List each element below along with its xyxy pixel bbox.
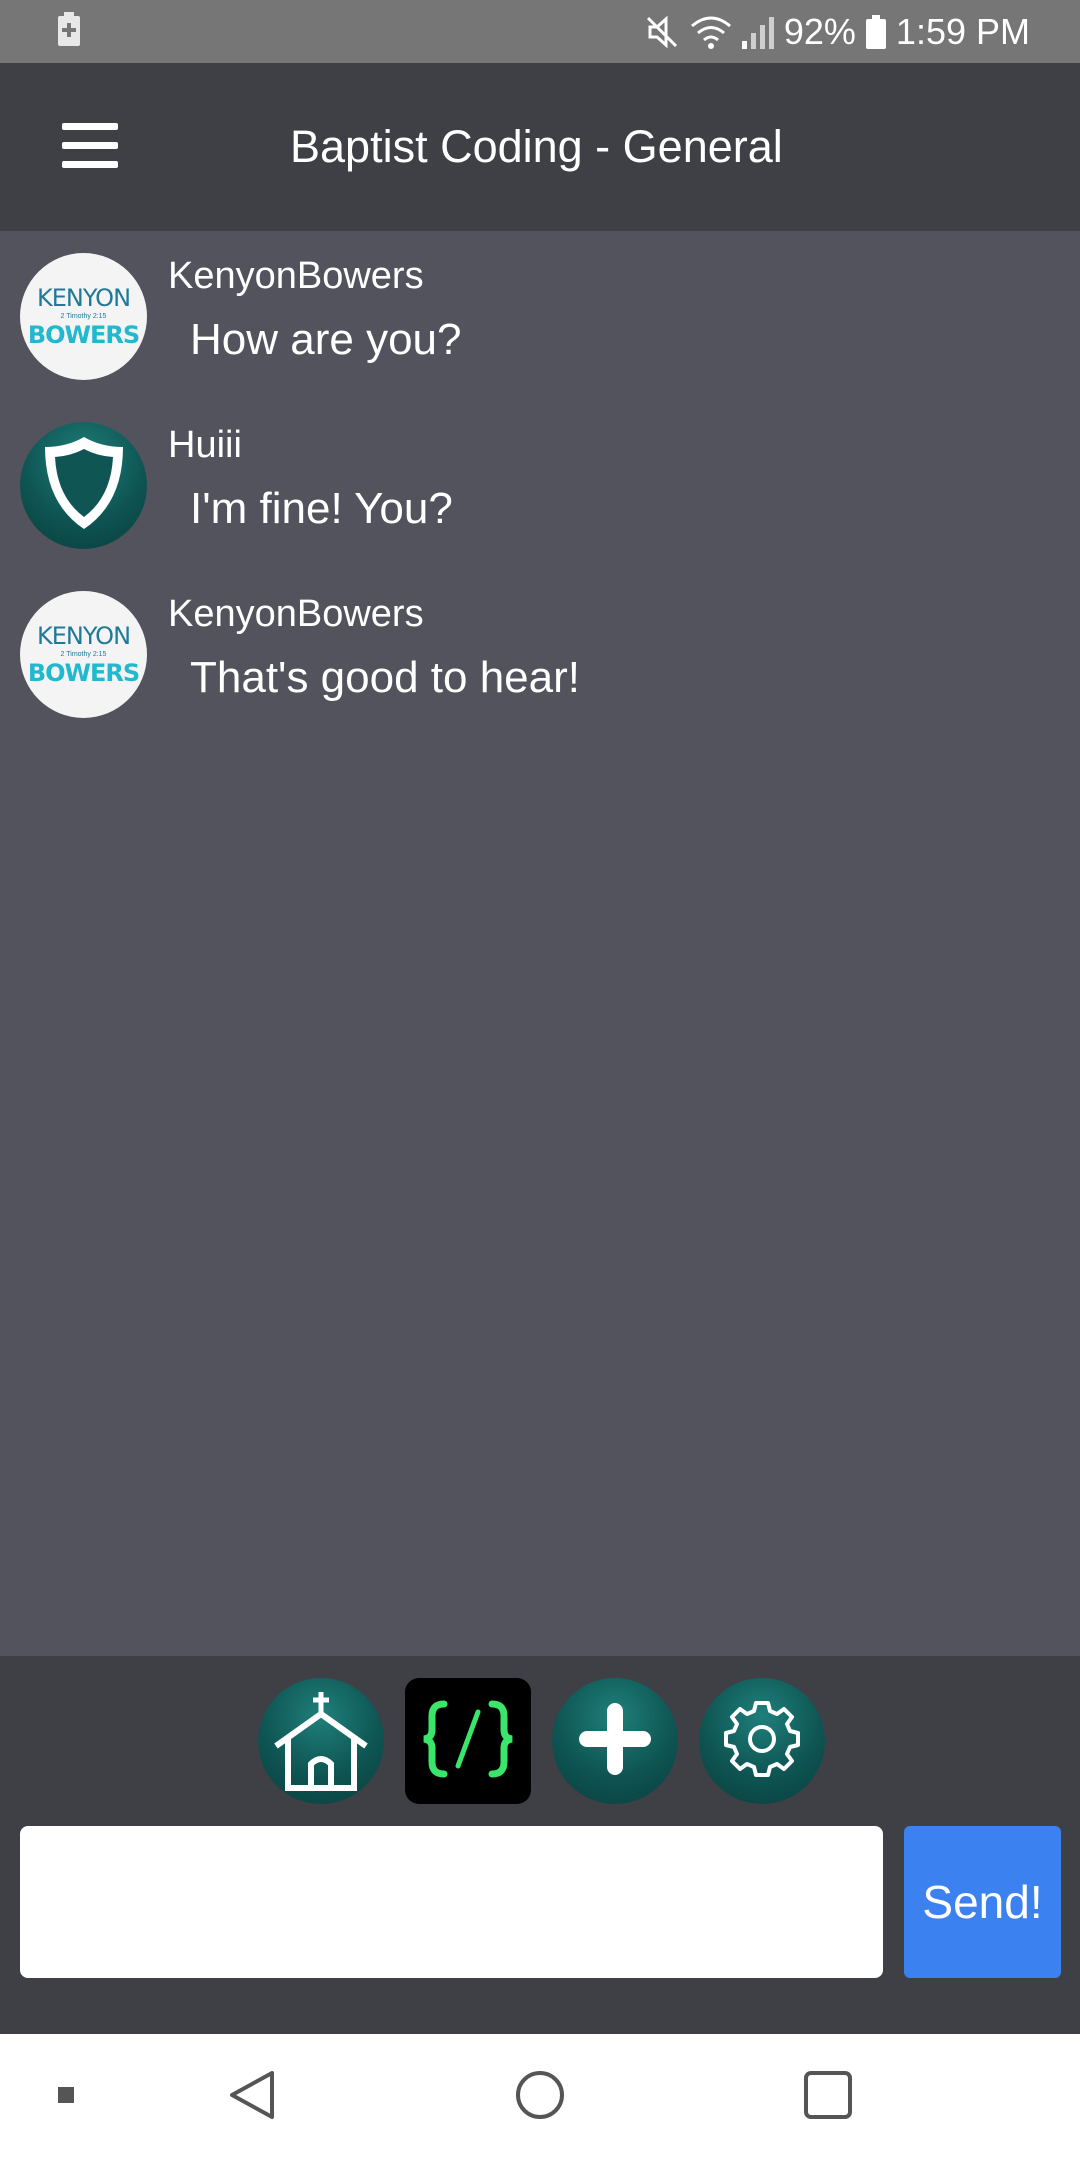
code-icon bbox=[418, 1694, 518, 1789]
notification-dot[interactable] bbox=[50, 2034, 82, 2160]
gear-icon bbox=[720, 1697, 804, 1786]
battery-saver-icon bbox=[58, 12, 80, 51]
message-list[interactable]: KENYON 2 Timothy 2:15 BOWERS KenyonBower… bbox=[0, 231, 1080, 1656]
app-bar: Baptist Coding - General bbox=[0, 63, 1080, 231]
message-username[interactable]: Huiii bbox=[168, 424, 242, 467]
back-triangle-icon bbox=[228, 2069, 276, 2126]
composer-panel: Send! bbox=[0, 1656, 1080, 2034]
battery-percent: 92% bbox=[783, 10, 856, 52]
plus-icon bbox=[575, 1699, 655, 1784]
system-nav-bar bbox=[0, 2034, 1080, 2160]
message-input[interactable] bbox=[20, 1826, 883, 1978]
wifi-icon bbox=[690, 14, 732, 50]
mute-icon bbox=[644, 14, 680, 50]
avatar[interactable]: KENYON 2 Timothy 2:15 BOWERS bbox=[20, 591, 147, 718]
send-button[interactable]: Send! bbox=[904, 1826, 1061, 1978]
recents-square-icon bbox=[803, 2070, 853, 2125]
battery-icon bbox=[865, 14, 886, 49]
status-time: 1:59 PM bbox=[895, 10, 1030, 52]
message-item: KENYON 2 Timothy 2:15 BOWERS KenyonBower… bbox=[20, 569, 1060, 718]
avatar[interactable] bbox=[20, 422, 147, 549]
message-item: KENYON 2 Timothy 2:15 BOWERS KenyonBower… bbox=[20, 231, 1060, 380]
message-username[interactable]: KenyonBowers bbox=[168, 255, 424, 298]
back-button[interactable] bbox=[222, 2034, 282, 2160]
settings-button[interactable] bbox=[699, 1678, 825, 1804]
message-text: I'm fine! You? bbox=[190, 484, 453, 533]
status-bar: 92% 1:59 PM bbox=[0, 0, 1080, 63]
message-item: Huiii I'm fine! You? bbox=[20, 400, 1060, 549]
code-channel-button[interactable] bbox=[405, 1678, 531, 1804]
home-nav-button[interactable] bbox=[510, 2034, 570, 2160]
add-button[interactable] bbox=[552, 1678, 678, 1804]
message-username[interactable]: KenyonBowers bbox=[168, 593, 424, 636]
channel-nav bbox=[258, 1678, 825, 1804]
avatar[interactable]: KENYON 2 Timothy 2:15 BOWERS bbox=[20, 253, 147, 380]
page-title: Baptist Coding - General bbox=[290, 121, 783, 172]
message-text: How are you? bbox=[190, 315, 462, 364]
message-text: That's good to hear! bbox=[190, 653, 580, 702]
menu-button[interactable] bbox=[50, 113, 130, 183]
recents-button[interactable] bbox=[798, 2034, 858, 2160]
hamburger-menu-icon bbox=[62, 121, 118, 176]
home-button[interactable] bbox=[258, 1678, 384, 1804]
shield-icon bbox=[39, 433, 129, 538]
signal-icon bbox=[741, 15, 774, 49]
home-circle-icon bbox=[514, 2069, 566, 2126]
square-dot-icon bbox=[58, 2086, 74, 2108]
church-home-icon bbox=[266, 1684, 376, 1799]
